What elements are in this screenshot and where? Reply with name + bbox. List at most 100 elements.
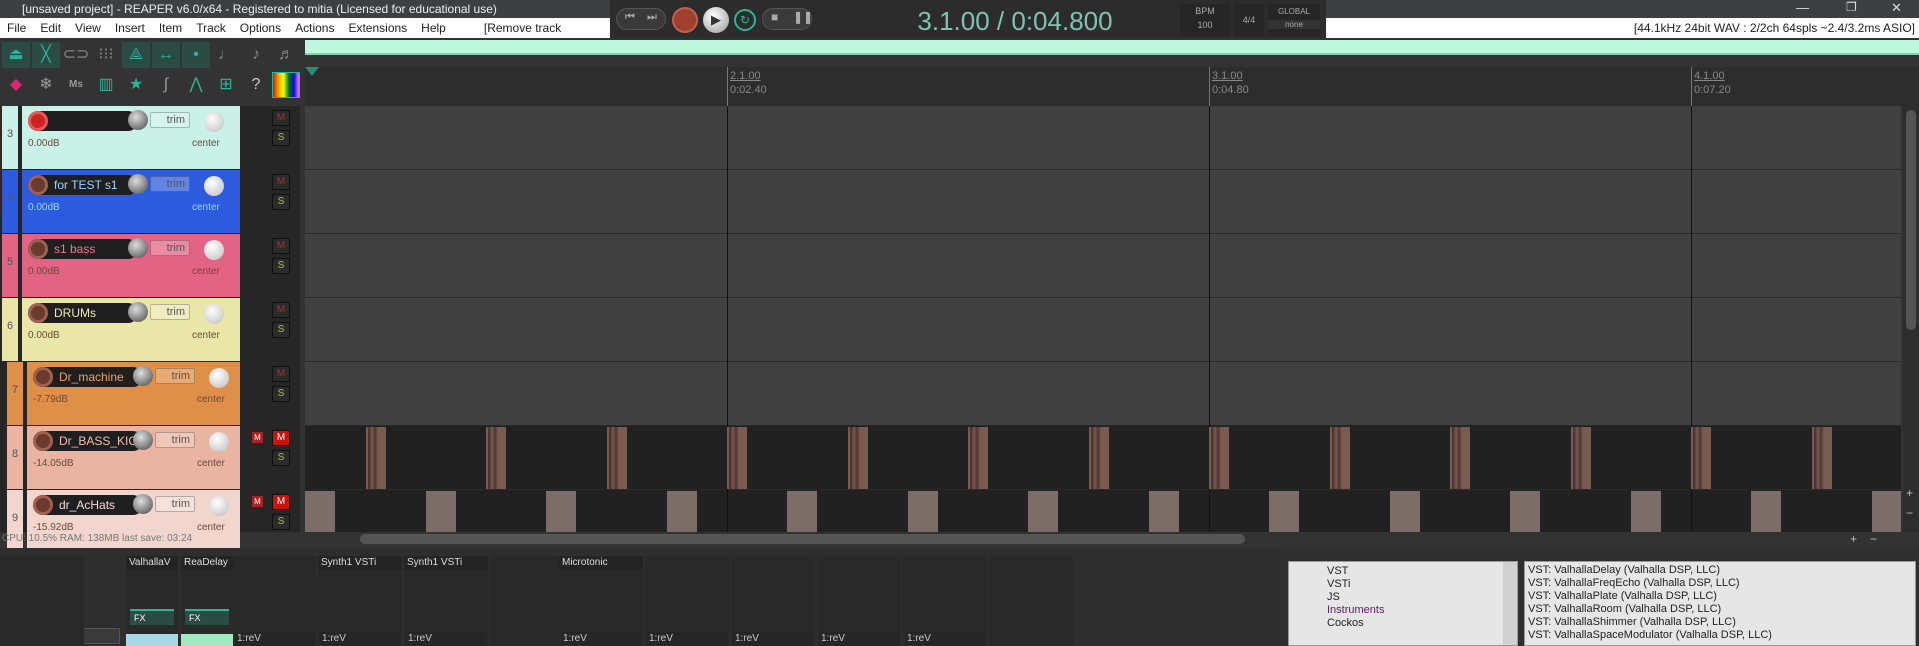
fx-slot[interactable]: ValhallaV <box>126 556 178 570</box>
color-picker-icon[interactable] <box>272 72 300 98</box>
zoom-out-icon[interactable]: − <box>1906 506 1913 520</box>
fx-slot[interactable]: Microtonic <box>559 556 643 570</box>
hihat-item[interactable] <box>305 491 336 532</box>
volume-knob[interactable] <box>128 110 148 130</box>
freeze-icon[interactable]: ❄ <box>32 72 60 98</box>
tree-scrollbar[interactable] <box>1503 562 1517 645</box>
close-icon[interactable]: ✕ <box>1891 0 1902 16</box>
eighth-note-icon[interactable]: ♪ <box>242 42 270 68</box>
fx-button[interactable]: FX <box>130 609 174 625</box>
fx-category-item[interactable]: Instruments <box>1327 604 1384 616</box>
curve-icon[interactable]: ∫ <box>152 72 180 98</box>
zoom-in-icon[interactable]: + <box>1906 486 1913 500</box>
restore-icon[interactable]: ❐ <box>1846 0 1857 14</box>
send-slot[interactable]: 1:reV <box>733 632 813 646</box>
color-help-icon[interactable]: ? <box>242 72 270 98</box>
record-button[interactable] <box>672 7 698 33</box>
hihat-item[interactable] <box>787 491 818 532</box>
kick-item[interactable] <box>727 427 747 489</box>
track-panel[interactable]: DRUMs trim 0.00dB center <box>22 298 240 361</box>
kick-item[interactable] <box>847 427 868 489</box>
menu-item-actions[interactable]: Actions <box>288 18 341 38</box>
kick-item[interactable] <box>1329 427 1350 489</box>
fx-list-item[interactable]: VST: ValhallaSpaceModulator (Valhalla DS… <box>1528 629 1912 642</box>
pan-knob[interactable] <box>204 176 224 196</box>
send-slot[interactable]: 1:reV <box>561 632 641 646</box>
hihat-item[interactable] <box>1269 491 1300 532</box>
menu-item-insert[interactable]: Insert <box>108 18 152 38</box>
send-slot[interactable]: 1:reV <box>235 632 315 646</box>
kick-item[interactable] <box>486 427 506 489</box>
kick-item[interactable] <box>1570 427 1591 489</box>
solo-button[interactable]: S <box>272 322 290 338</box>
grid-icon[interactable]: ⁝⁝⁝ <box>92 42 120 68</box>
ms-icon[interactable]: Ms <box>62 72 90 98</box>
solo-button[interactable]: S <box>272 194 290 210</box>
hihat-item[interactable] <box>1751 491 1782 532</box>
solo-button[interactable]: S <box>272 258 290 274</box>
fx-button[interactable]: FX <box>185 609 229 625</box>
fx-category-item[interactable]: JS <box>1327 591 1340 603</box>
mute-button[interactable]: M <box>272 238 290 254</box>
track-panel[interactable]: Dr_machine trim -7.79dB center <box>27 362 240 425</box>
hzoom-in-icon[interactable]: + <box>1850 532 1857 546</box>
skip-buttons[interactable]: ⏮ ⏭ <box>616 8 666 30</box>
track-3[interactable]: 3 trim 0.00dB center M S <box>0 106 300 214</box>
fx-slot[interactable]: Synth1 VSTi <box>404 556 488 570</box>
hihat-item[interactable] <box>1148 491 1179 532</box>
record-arm-button[interactable] <box>28 175 48 195</box>
hihat-item[interactable] <box>1389 491 1420 532</box>
playhead-icon[interactable] <box>305 67 319 76</box>
kick-item[interactable] <box>606 427 627 489</box>
solo-button[interactable]: S <box>272 130 290 146</box>
track-panel[interactable]: for TEST s1 trim 0.00dB center <box>22 170 240 233</box>
pause-icon[interactable]: ❚❚ <box>793 10 813 24</box>
pan-knob[interactable] <box>204 112 224 132</box>
volume-knob[interactable] <box>128 302 148 322</box>
pan-knob[interactable] <box>204 240 224 260</box>
solo-button[interactable]: S <box>272 386 290 402</box>
stop-icon[interactable]: ■ <box>771 10 778 24</box>
hihat-item[interactable] <box>1028 491 1059 532</box>
mute-button[interactable]: M <box>272 494 290 510</box>
link-icon[interactable]: ⊂⊃ <box>62 42 90 68</box>
record-arm-button[interactable] <box>28 303 48 323</box>
track-panel[interactable]: trim 0.00dB center <box>22 106 240 169</box>
menu-item-remove-track-selection[interactable]: [Remove track selection] <box>477 18 610 55</box>
audio-info[interactable]: [44.1kHz 24bit WAV : 2/2ch 64spls ~2.4/3… <box>1326 18 1919 38</box>
pan-knob[interactable] <box>209 368 229 388</box>
volume-knob[interactable] <box>128 238 148 258</box>
pan-knob[interactable] <box>209 496 229 516</box>
menu-item-track[interactable]: Track <box>189 18 233 38</box>
global-automation[interactable]: GLOBAL none <box>1268 4 1320 36</box>
send-slot[interactable]: 1:reV <box>647 632 727 646</box>
hzoom-out-icon[interactable]: − <box>1870 532 1877 546</box>
piano-icon[interactable]: ▥ <box>92 72 120 98</box>
record-arm-button[interactable] <box>33 431 53 451</box>
snap-icon[interactable]: • <box>182 42 210 68</box>
send-slot[interactable]: 1:reV <box>320 632 400 646</box>
send-slot[interactable]: 1:reV <box>406 632 486 646</box>
track-7[interactable]: 7 Dr_machine trim -7.79dB center M S <box>0 362 300 426</box>
vertical-scroll-thumb[interactable] <box>1906 110 1916 330</box>
track-4[interactable]: 4 for TEST s1 trim 0.00dB center M S <box>0 170 300 234</box>
menu-item-item[interactable]: Item <box>152 18 189 38</box>
play-button[interactable]: ▶ <box>703 7 729 33</box>
go-end-icon[interactable]: ⏭ <box>647 11 657 24</box>
fx-list-item[interactable]: VST: ValhallaDelay (Valhalla DSP, LLC) <box>1528 564 1912 577</box>
hihat-item[interactable] <box>1871 491 1901 532</box>
volume-knob[interactable] <box>133 494 153 514</box>
trim-button[interactable]: trim <box>155 368 195 384</box>
hihat-item[interactable] <box>1510 491 1541 532</box>
hihat-item[interactable] <box>425 491 456 532</box>
trim-button[interactable]: trim <box>150 240 190 256</box>
fx-list[interactable]: VST: ValhallaDelay (Valhalla DSP, LLC) VS… <box>1524 561 1916 646</box>
mute-button[interactable]: M <box>272 174 290 190</box>
track-lane-9[interactable] <box>305 490 1901 532</box>
crossfade-icon[interactable]: ╳ <box>32 42 60 68</box>
fx-list-item[interactable]: VST: ValhallaPlate (Valhalla DSP, LLC) <box>1528 590 1912 603</box>
track-5[interactable]: 5 s1 bass trim 0.00dB center M S <box>0 234 300 298</box>
solo-button[interactable]: S <box>272 450 290 466</box>
menu-item-options[interactable]: Options <box>233 18 288 38</box>
record-arm-button[interactable] <box>28 111 48 131</box>
